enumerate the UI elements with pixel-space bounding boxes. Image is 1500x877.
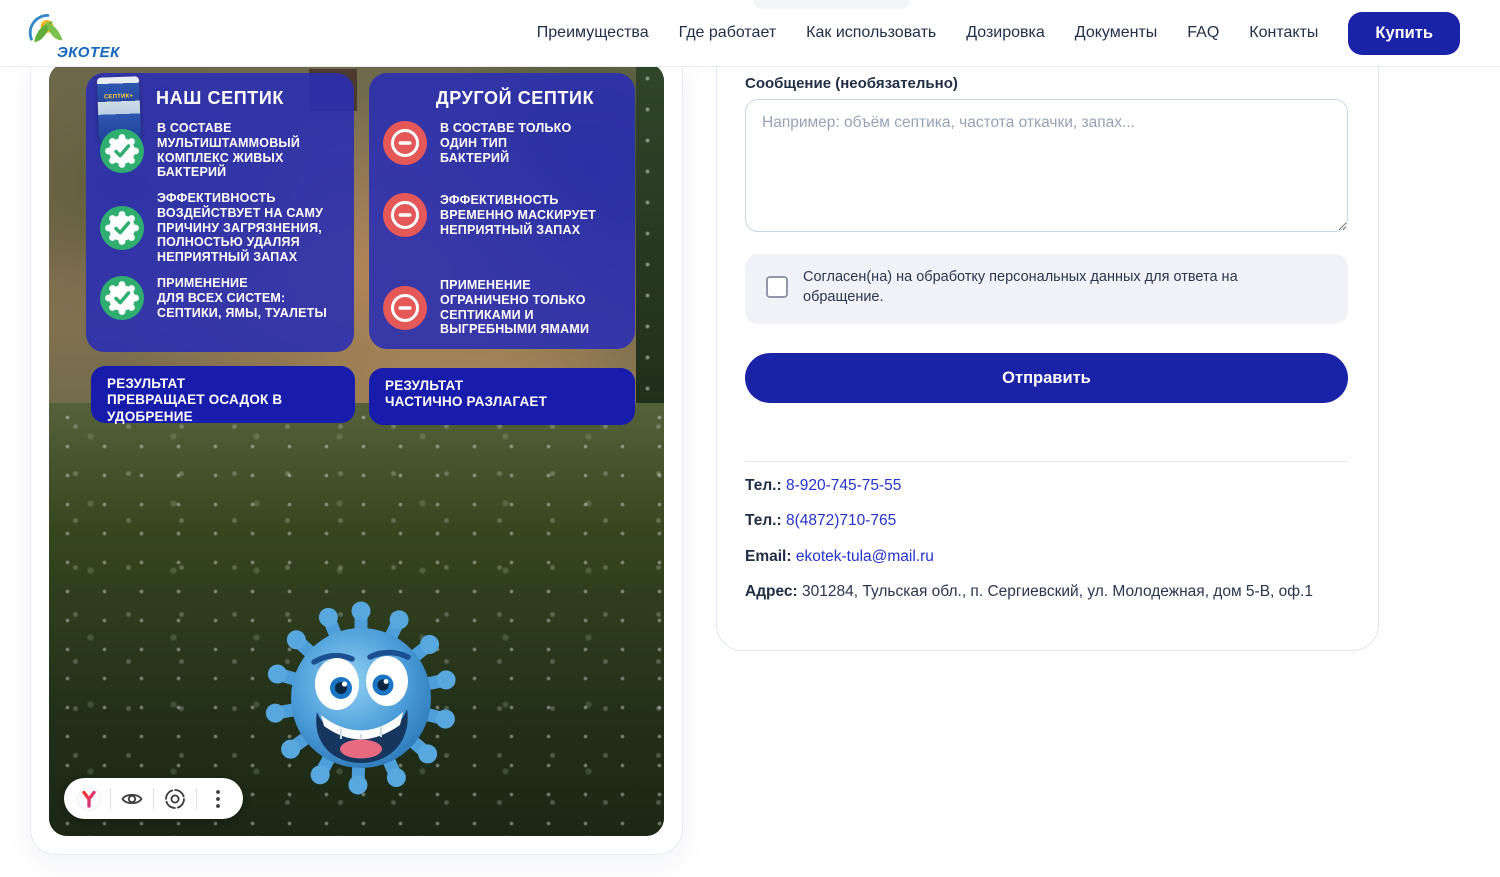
- nav-faq[interactable]: FAQ: [1187, 24, 1219, 41]
- comparison-card: СЕПТИК+ НАШ СЕПТИК В СОСТАВЕ МУЛЬТИШТАММ…: [30, 46, 683, 855]
- nav-documents[interactable]: Документы: [1075, 24, 1157, 41]
- package-label: СЕПТИК+: [97, 93, 139, 100]
- yandex-icon[interactable]: [76, 786, 102, 812]
- nav-contacts[interactable]: Контакты: [1249, 24, 1318, 41]
- toolbar-divider: [196, 788, 197, 810]
- our-septic-panel: СЕПТИК+ НАШ СЕПТИК В СОСТАВЕ МУЛЬТИШТАММ…: [86, 73, 354, 352]
- nav-advantages[interactable]: Преимущества: [537, 24, 649, 41]
- minus-badge-icon: [383, 121, 427, 165]
- minus-badge-icon: [383, 286, 427, 330]
- contacts-block: Тел.: 8-920-745-75-55 Тел.: 8(4872)710-7…: [745, 475, 1351, 604]
- contact-form-card: Сообщение (необязательно) Согласен(на) н…: [716, 0, 1379, 651]
- message-textarea[interactable]: [745, 99, 1348, 232]
- brand-logo[interactable]: ЭКОТЕК: [25, 10, 120, 57]
- browser-image-toolbar: [64, 778, 243, 819]
- our-septic-result: РЕЗУЛЬТАТ ПРЕВРАЩАЕТ ОСАДОК В УДОБРЕНИЕ: [91, 366, 355, 423]
- nav-dosage[interactable]: Дозировка: [966, 24, 1045, 41]
- phone-link[interactable]: 8(4872)710-765: [786, 512, 896, 529]
- toolbar-divider: [110, 788, 111, 810]
- nav-how-to-use[interactable]: Как использовать: [806, 24, 936, 41]
- email-row: Email: ekotek-tula@mail.ru: [745, 546, 1351, 568]
- consent-panel: Согласен(на) на обработку персональных д…: [745, 254, 1348, 324]
- buy-button[interactable]: Купить: [1348, 12, 1460, 55]
- other-septic-item: ЭФФЕКТИВНОСТЬ ВРЕМЕННО МАСКИРУЕТ НЕПРИЯТ…: [383, 193, 629, 237]
- email-link[interactable]: ekotek-tula@mail.ru: [796, 548, 934, 565]
- eye-icon[interactable]: [119, 786, 145, 812]
- our-septic-item: ПРИМЕНЕНИЕ ДЛЯ ВСЕХ СИСТЕМ: СЕПТИКИ, ЯМЫ…: [100, 276, 348, 320]
- other-septic-item: ПРИМЕНЕНИЕ ОГРАНИЧЕНО ТОЛЬКО СЕПТИКАМИ И…: [383, 278, 629, 337]
- check-badge-icon: [100, 206, 144, 250]
- site-header: ЭКОТЕК Преимущества Где работает Как исп…: [0, 0, 1500, 67]
- phone-row: Тел.: 8(4872)710-765: [745, 510, 1351, 532]
- check-badge-icon: [100, 129, 144, 173]
- consent-checkbox[interactable]: [766, 276, 788, 298]
- our-septic-item: В СОСТАВЕ МУЛЬТИШТАММОВЫЙ КОМПЛЕКС ЖИВЫХ…: [100, 121, 348, 180]
- foliage-background: [636, 63, 664, 403]
- our-septic-item: ЭФФЕКТИВНОСТЬ ВОЗДЕЙСТВУЕТ НА САМУ ПРИЧИ…: [100, 191, 348, 265]
- other-septic-result: РЕЗУЛЬТАТ ЧАСТИЧНО РАЗЛАГАЕТ: [369, 368, 635, 425]
- brand-wordmark: ЭКОТЕК: [57, 44, 120, 61]
- divider: [745, 461, 1348, 462]
- bacteria-mascot: [261, 596, 461, 806]
- address-row: Адрес: 301284, Тульская обл., п. Сергиев…: [745, 581, 1351, 603]
- other-septic-title: ДРУГОЙ СЕПТИК: [369, 73, 635, 109]
- comparison-image: СЕПТИК+ НАШ СЕПТИК В СОСТАВЕ МУЛЬТИШТАММ…: [49, 63, 664, 836]
- address-text: 301284, Тульская обл., п. Сергиевский, у…: [802, 583, 1313, 600]
- form-field-peek: [753, 0, 910, 9]
- screenshot-icon[interactable]: [162, 786, 188, 812]
- toolbar-divider: [153, 788, 154, 810]
- message-label: Сообщение (необязательно): [745, 75, 958, 92]
- kebab-menu-icon[interactable]: [205, 786, 231, 812]
- consent-label: Согласен(на) на обработку персональных д…: [803, 267, 1283, 307]
- main-nav: Преимущества Где работает Как использова…: [537, 24, 1319, 42]
- nav-where-works[interactable]: Где работает: [679, 24, 777, 41]
- other-septic-item: В СОСТАВЕ ТОЛЬКО ОДИН ТИП БАКТЕРИЙ: [383, 121, 629, 165]
- submit-button[interactable]: Отправить: [745, 353, 1348, 403]
- phone-row: Тел.: 8-920-745-75-55: [745, 475, 1351, 497]
- check-badge-icon: [100, 276, 144, 320]
- phone-link[interactable]: 8-920-745-75-55: [786, 477, 901, 494]
- minus-badge-icon: [383, 193, 427, 237]
- other-septic-panel: ДРУГОЙ СЕПТИК В СОСТАВЕ ТОЛЬКО ОДИН ТИП …: [369, 73, 635, 349]
